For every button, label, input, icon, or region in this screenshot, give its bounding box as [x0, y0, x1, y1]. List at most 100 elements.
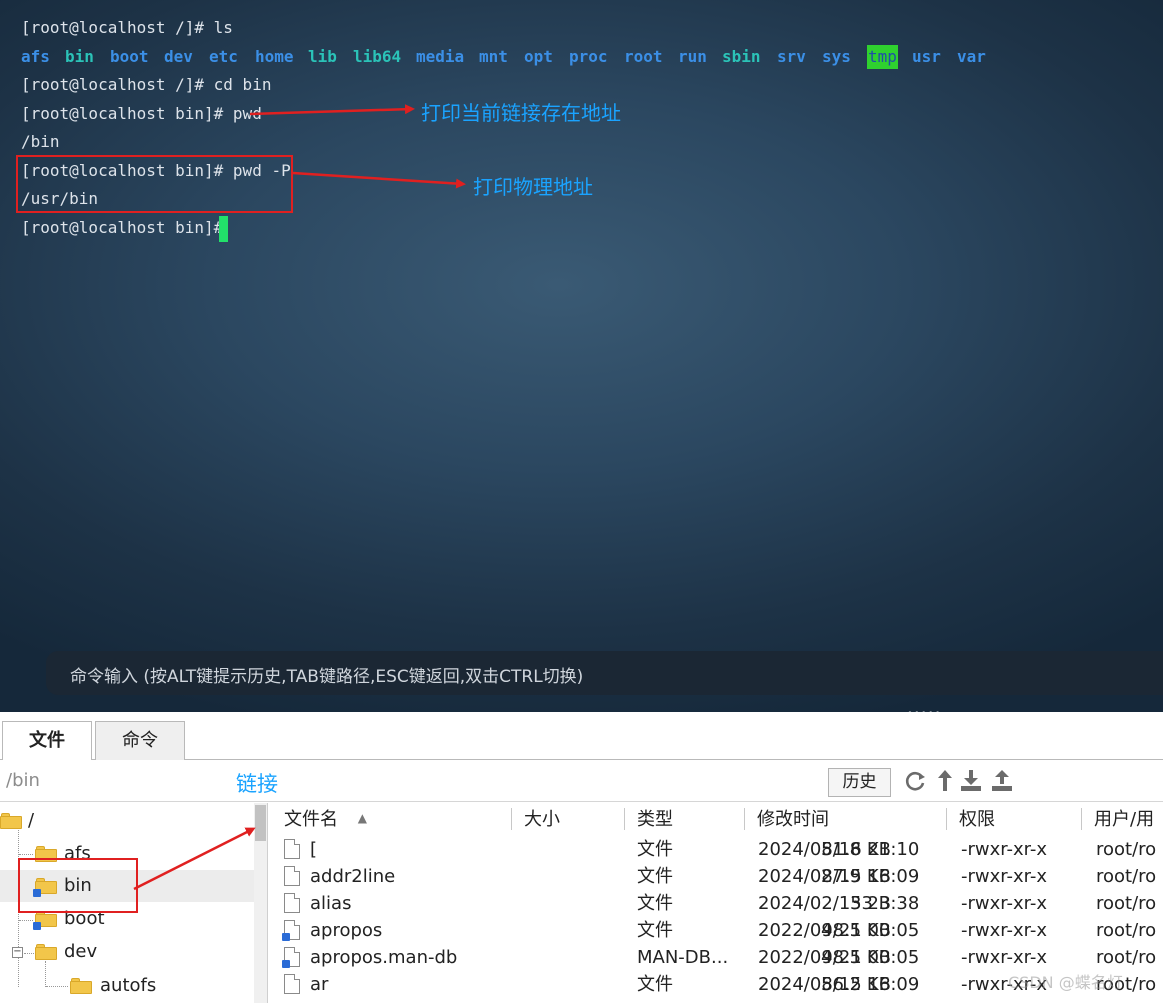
cell-mtime: 2024/08/15 16:09 — [758, 974, 920, 995]
cell-mtime: 2024/02/15 23:38 — [758, 893, 920, 914]
folder-link-icon — [33, 911, 57, 930]
terminal-line: [root@localhost /]# ls — [21, 18, 233, 37]
annotation-logical-path: 打印当前链接存在地址 — [421, 101, 621, 125]
folder-icon — [0, 813, 22, 829]
tree-scrollbar[interactable] — [254, 803, 267, 1003]
tree-item-label: autofs — [100, 975, 157, 996]
table-row[interactable]: apropos 48.5 KB 文件 2022/09/21 00:05 -rwxr-xr… — [270, 917, 1163, 944]
path-toolbar: /bin 链接 历史 — [0, 760, 1163, 802]
highlight-box-pwd-p — [16, 155, 293, 213]
terminal-pane[interactable]: [root@localhost /]# ls afs bin boot dev … — [0, 0, 1163, 712]
column-header-owner[interactable]: 用户/用 — [1094, 803, 1154, 836]
cell-name: ar — [310, 974, 329, 995]
up-icon[interactable] — [932, 768, 958, 794]
column-header-type[interactable]: 类型 — [637, 803, 673, 836]
cell-type: 文件 — [637, 839, 673, 860]
ls-dir: sbin — [722, 47, 761, 66]
column-header-permissions[interactable]: 权限 — [959, 803, 995, 836]
column-label: 文件名 — [284, 809, 338, 830]
watermark: CSDN @蝶名灯 — [1008, 973, 1123, 992]
cell-name: alias — [310, 893, 352, 914]
cell-mtime: 2024/08/16 21:10 — [758, 839, 920, 860]
ls-dir: lib — [308, 47, 337, 66]
ls-dir: opt — [524, 47, 553, 66]
table-row[interactable]: apropos.man-db 48.5 KB MAN-DB... 2022/09/21… — [270, 944, 1163, 971]
file-icon — [284, 839, 300, 859]
file-link-icon — [282, 947, 300, 968]
file-icon — [284, 974, 300, 994]
scrollbar-thumb[interactable] — [255, 805, 266, 841]
terminal-line: [root@localhost /]# cd bin — [21, 75, 272, 94]
cell-owner: root/ro — [1096, 920, 1157, 941]
file-link-icon — [282, 920, 300, 941]
download-icon[interactable] — [958, 768, 984, 794]
cell-mtime: 2022/09/21 00:05 — [758, 920, 920, 941]
file-icon — [284, 893, 300, 913]
column-header-name[interactable]: 文件名 ▲ — [284, 803, 367, 836]
ls-dir: proc — [569, 47, 608, 66]
ls-dir: afs — [21, 47, 50, 66]
cell-owner: root/ro — [1096, 866, 1157, 887]
cell-permissions: -rwxr-xr-x — [961, 920, 1048, 941]
history-button[interactable]: 历史 — [828, 768, 891, 797]
cell-type: MAN-DB... — [637, 947, 729, 968]
command-input-bar[interactable]: 命令输入 (按ALT键提示历史,TAB键路径,ESC键返回,双击CTRL切换) — [46, 651, 1163, 695]
cell-name: apropos — [310, 920, 383, 941]
annotation-physical-path: 打印物理地址 — [473, 175, 593, 199]
path-input[interactable]: /bin — [6, 770, 40, 791]
terminal-line: [root@localhost bin]# pwd — [21, 104, 262, 123]
ls-dir: srv — [777, 47, 806, 66]
cell-permissions: -rwxr-xr-x — [961, 893, 1048, 914]
command-input-hint: 命令输入 (按ALT键提示历史,TAB键路径,ESC键返回,双击CTRL切换) — [70, 667, 584, 687]
ls-dir: sys — [822, 47, 851, 66]
tree-item-root[interactable]: / — [0, 805, 254, 837]
refresh-icon[interactable] — [902, 768, 928, 794]
sort-asc-icon: ▲ — [357, 811, 367, 825]
tree-item-label: dev — [64, 941, 98, 962]
table-row[interactable]: [51.8 KB 文件 2024/08/16 21:10 -rwxr-xr-x root… — [270, 836, 1163, 863]
ls-dir: usr — [912, 47, 941, 66]
file-icon — [284, 866, 300, 886]
ls-dir: var — [957, 47, 986, 66]
ls-dir: run — [678, 47, 707, 66]
tab-bar: 文件 命令 — [0, 714, 1163, 761]
terminal-cursor — [219, 216, 228, 242]
terminal-line: /bin — [21, 132, 60, 151]
ls-dir: mnt — [479, 47, 508, 66]
ls-dir: lib64 — [353, 47, 402, 66]
cell-permissions: -rwxr-xr-x — [961, 866, 1048, 887]
ls-dir: boot — [110, 47, 149, 66]
ls-dir-tmp: tmp — [867, 45, 898, 69]
ls-dir: etc — [209, 47, 238, 66]
splitter-grip-icon[interactable]: ••••• — [907, 708, 942, 712]
tab-command[interactable]: 命令 — [95, 721, 185, 760]
cell-mtime: 2024/08/15 16:09 — [758, 866, 920, 887]
ls-dir: dev — [164, 47, 193, 66]
upload-icon[interactable] — [989, 768, 1015, 794]
terminal-prompt: [root@localhost bin]# — [21, 218, 233, 237]
ls-dir: home — [255, 47, 294, 66]
ls-dir: root — [624, 47, 663, 66]
cell-name: [ — [310, 839, 318, 860]
cell-owner: root/ro — [1096, 839, 1157, 860]
folder-icon — [70, 978, 92, 994]
tree-item-autofs[interactable]: autofs — [0, 970, 254, 1002]
cell-owner: root/ro — [1096, 893, 1157, 914]
ls-dir: media — [416, 47, 465, 66]
cell-name: addr2line — [310, 866, 396, 887]
cell-type: 文件 — [637, 974, 673, 995]
table-row[interactable]: alias 33 B 文件 2024/02/15 23:38 -rwxr-xr-x roo… — [270, 890, 1163, 917]
folder-icon — [35, 944, 57, 960]
table-row[interactable]: addr2line 27.9 KB 文件 2024/08/15 16:09 -rwxr-… — [270, 863, 1163, 890]
cell-name: apropos.man-db — [310, 947, 458, 968]
ls-dir: bin — [65, 47, 94, 66]
tab-file[interactable]: 文件 — [2, 721, 92, 761]
column-header-mtime[interactable]: 修改时间 — [757, 803, 829, 836]
highlight-box-bin — [18, 858, 138, 913]
cell-mtime: 2022/09/21 00:05 — [758, 947, 920, 968]
column-header-size[interactable]: 大小 — [524, 803, 560, 836]
tree-item-dev[interactable]: dev — [0, 936, 254, 968]
annotation-link: 链接 — [236, 772, 278, 796]
cell-type: 文件 — [637, 866, 673, 887]
tree-item-label: / — [28, 810, 35, 831]
